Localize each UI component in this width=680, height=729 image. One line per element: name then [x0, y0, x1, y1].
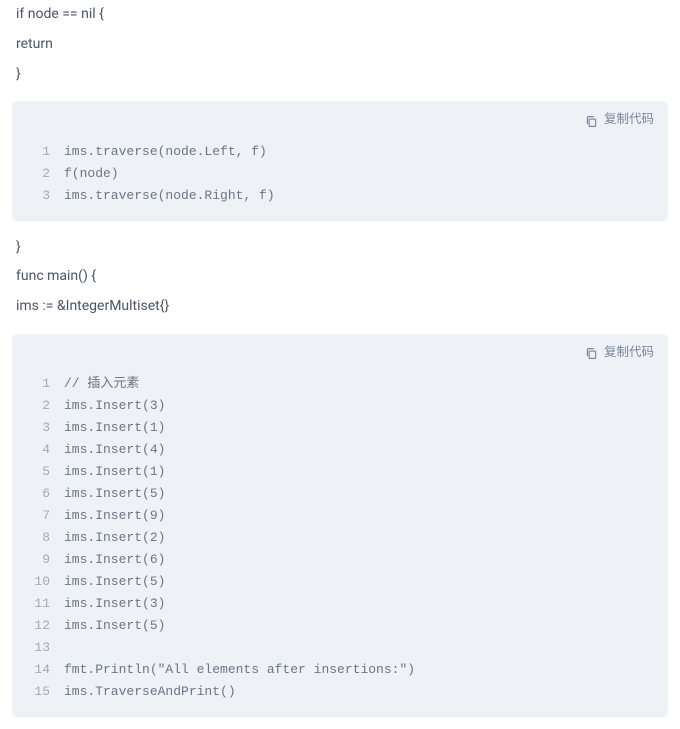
code-line: 6ims.Insert(5) — [12, 483, 668, 505]
line-content: ims.traverse(node.Right, f) — [50, 185, 275, 207]
line-content: ims.Insert(5) — [50, 571, 165, 593]
code-line: 2f(node) — [12, 163, 668, 185]
code-line: 1ims.traverse(node.Left, f) — [12, 141, 668, 163]
code-block-header: 复制代码 — [12, 334, 668, 367]
line-number: 1 — [28, 141, 50, 163]
code-line: 2ims.Insert(3) — [12, 395, 668, 417]
line-content: ims.Insert(9) — [50, 505, 165, 527]
code-line: 1// 插入元素 — [12, 373, 668, 395]
line-content: ims.Insert(1) — [50, 417, 165, 439]
code-block-body: 1// 插入元素2ims.Insert(3)3ims.Insert(1)4ims… — [12, 367, 668, 717]
line-content — [50, 637, 64, 659]
line-content: f(node) — [50, 163, 119, 185]
line-number: 10 — [28, 571, 50, 593]
line-number: 8 — [28, 527, 50, 549]
line-content: ims.Insert(4) — [50, 439, 165, 461]
code-line: 15ims.TraverseAndPrint() — [12, 681, 668, 703]
code-line: 14fmt.Println("All elements after insert… — [12, 659, 668, 681]
plain-code-line: } — [16, 233, 664, 263]
line-content: ims.Insert(2) — [50, 527, 165, 549]
line-content: fmt.Println("All elements after insertio… — [50, 659, 415, 681]
line-content: ims.Insert(3) — [50, 395, 165, 417]
line-number: 3 — [28, 185, 50, 207]
line-content: ims.Insert(6) — [50, 549, 165, 571]
line-number: 12 — [28, 615, 50, 637]
line-number: 5 — [28, 461, 50, 483]
copy-icon — [585, 114, 598, 127]
code-line: 5ims.Insert(1) — [12, 461, 668, 483]
plain-code-line: return — [16, 30, 664, 60]
code-block-2: 复制代码 1// 插入元素2ims.Insert(3)3ims.Insert(1… — [12, 334, 668, 717]
line-number: 15 — [28, 681, 50, 703]
line-number: 2 — [28, 163, 50, 185]
code-line: 8ims.Insert(2) — [12, 527, 668, 549]
line-content: ims.TraverseAndPrint() — [50, 681, 236, 703]
line-number: 7 — [28, 505, 50, 527]
line-content: ims.traverse(node.Left, f) — [50, 141, 267, 163]
line-number: 3 — [28, 417, 50, 439]
line-number: 9 — [28, 549, 50, 571]
code-line: 3ims.Insert(1) — [12, 417, 668, 439]
code-line: 10ims.Insert(5) — [12, 571, 668, 593]
line-content: // 插入元素 — [50, 373, 139, 395]
line-content: ims.Insert(5) — [50, 483, 165, 505]
code-line: 7ims.Insert(9) — [12, 505, 668, 527]
plain-code-section-2: } func main() { ims := &IntegerMultiset{… — [0, 233, 680, 322]
plain-code-line: ims := &IntegerMultiset{} — [16, 292, 664, 322]
line-number: 11 — [28, 593, 50, 615]
line-number: 14 — [28, 659, 50, 681]
line-content: ims.Insert(3) — [50, 593, 165, 615]
copy-code-button[interactable]: 复制代码 — [585, 109, 654, 130]
code-line: 9ims.Insert(6) — [12, 549, 668, 571]
code-line: 11ims.Insert(3) — [12, 593, 668, 615]
plain-code-line: func main() { — [16, 262, 664, 292]
code-line: 3ims.traverse(node.Right, f) — [12, 185, 668, 207]
copy-code-label: 复制代码 — [604, 342, 654, 363]
line-number: 1 — [28, 373, 50, 395]
code-block-1: 复制代码 1ims.traverse(node.Left, f)2f(node)… — [12, 101, 668, 220]
code-block-header: 复制代码 — [12, 101, 668, 134]
line-number: 4 — [28, 439, 50, 461]
line-content: ims.Insert(1) — [50, 461, 165, 483]
code-block-body: 1ims.traverse(node.Left, f)2f(node)3ims.… — [12, 135, 668, 221]
line-number: 6 — [28, 483, 50, 505]
line-number: 2 — [28, 395, 50, 417]
copy-icon — [585, 346, 598, 359]
copy-code-label: 复制代码 — [604, 109, 654, 130]
code-line: 12ims.Insert(5) — [12, 615, 668, 637]
plain-code-line: } — [16, 60, 664, 90]
copy-code-button[interactable]: 复制代码 — [585, 342, 654, 363]
line-content: ims.Insert(5) — [50, 615, 165, 637]
plain-code-line: if node == nil { — [16, 0, 664, 30]
line-number: 13 — [28, 637, 50, 659]
code-line: 4ims.Insert(4) — [12, 439, 668, 461]
plain-code-section-1: if node == nil { return } — [0, 0, 680, 89]
code-line: 13 — [12, 637, 668, 659]
